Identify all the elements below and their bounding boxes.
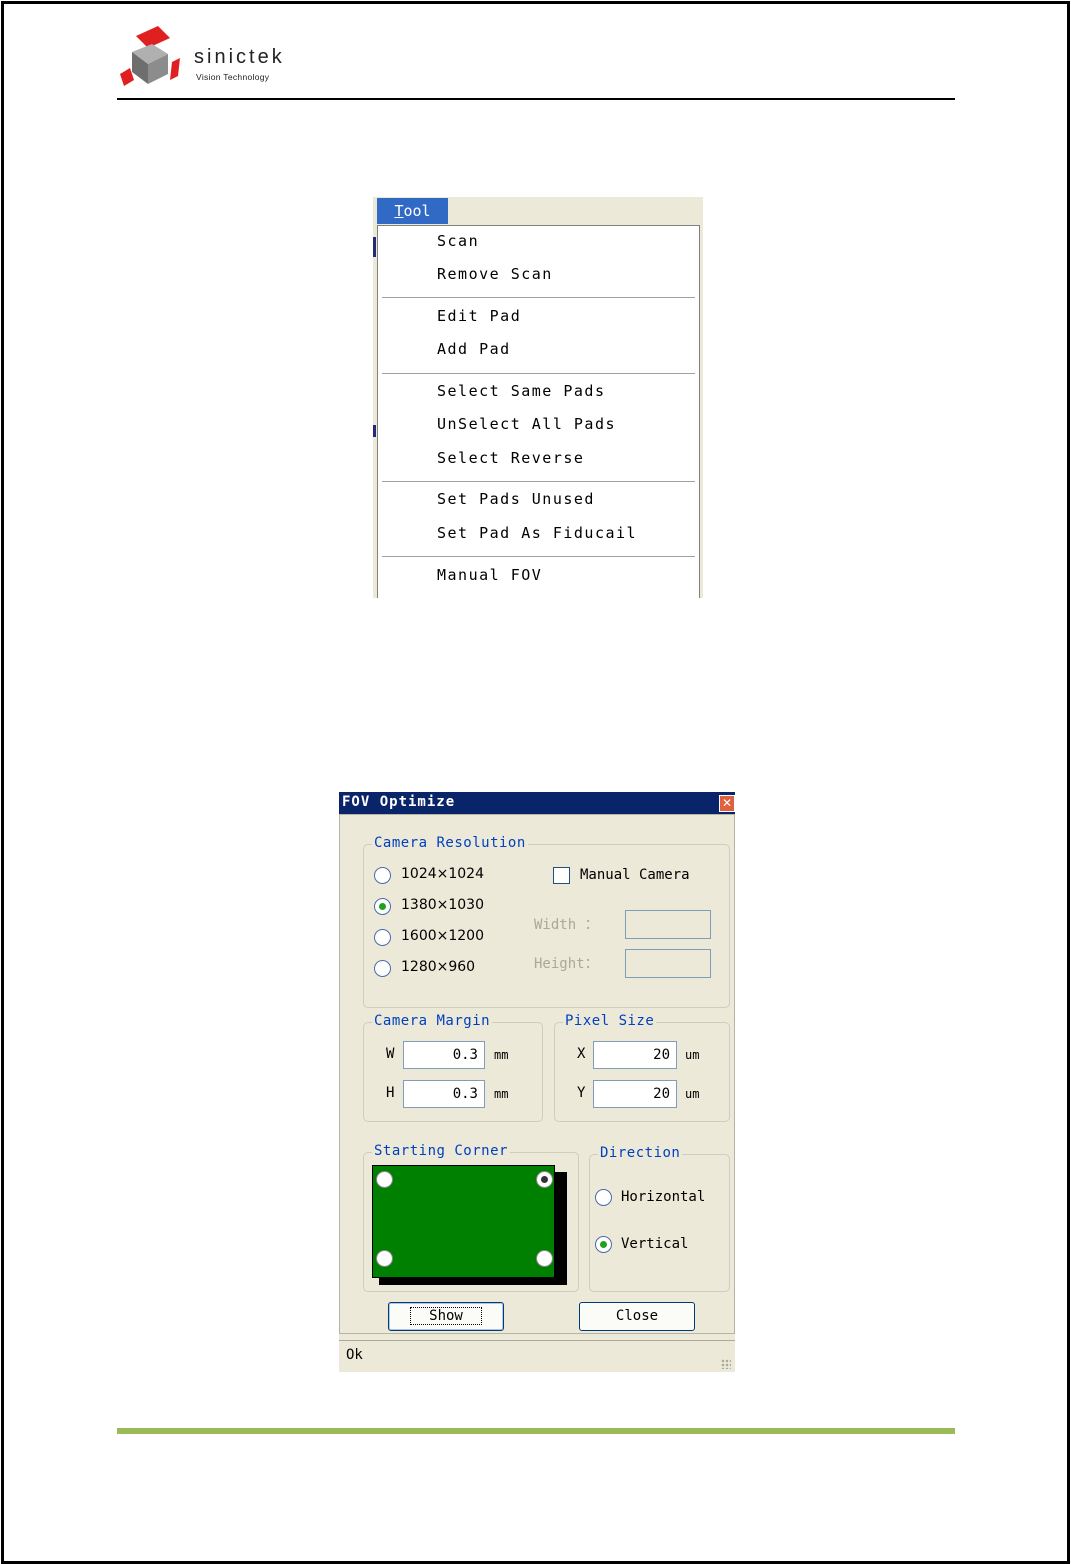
pixel-size-legend: Pixel Size [563,1013,657,1029]
direction-group: Direction [589,1145,730,1292]
corner-bottom-right-radio[interactable] [536,1250,553,1267]
footer-rule [117,1428,955,1434]
corner-top-right-radio[interactable] [536,1171,553,1188]
direction-vertical-label: Vertical [621,1236,689,1252]
camera-resolution-legend: Camera Resolution [372,835,528,851]
manual-camera-checkbox[interactable] [553,867,570,884]
show-button-label: Show [410,1307,482,1325]
width-label: Width ： [534,917,599,933]
pixel-x-unit: um [685,1048,700,1062]
resolution-1280-radio[interactable] [374,960,391,977]
brand-name: sinictek [194,46,285,68]
corner-top-left-radio[interactable] [376,1171,393,1188]
menu-item-edit-pad[interactable]: Edit Pad [437,307,521,325]
resolution-1024-label: 1024×1024 [401,866,484,882]
menu-item-scan[interactable]: Scan [437,232,479,250]
margin-w-label: W [386,1046,395,1062]
direction-horizontal-radio[interactable] [595,1189,612,1206]
corner-bottom-left-radio[interactable] [376,1250,393,1267]
height-input[interactable] [625,949,711,978]
cube-logo-icon [120,26,180,86]
menu-item-unselect-all-pads[interactable]: UnSelect All Pads [437,415,616,433]
resolution-1380-label: 1380×1030 [401,897,484,913]
menu-item-add-pad[interactable]: Add Pad [437,340,511,358]
dialog-titlebar: FOV Optimize ✕ [339,792,735,814]
resolution-1600-label: 1600×1200 [401,928,484,944]
show-button[interactable]: Show [388,1302,504,1331]
pixel-y-label: Y [577,1085,586,1101]
direction-vertical-radio[interactable] [595,1236,612,1253]
menu-item-manual-fov[interactable]: Manual FOV [437,566,542,584]
margin-w-input[interactable]: 0.3 [403,1041,485,1069]
menu-separator [382,297,695,299]
menu-separator [382,481,695,483]
direction-legend: Direction [598,1145,683,1161]
status-bar: Ok [339,1340,735,1372]
pixel-x-label: X [577,1046,586,1062]
starting-corner-legend: Starting Corner [372,1143,510,1159]
fov-optimize-dialog: FOV Optimize ✕ Camera Resolution 1024×10… [339,792,735,1372]
menu-separator [382,556,695,558]
background-window-fragment [373,237,376,257]
menu-item-set-pads-unused[interactable]: Set Pads Unused [437,490,595,508]
close-icon[interactable]: ✕ [719,795,735,812]
brand-tagline: Vision Technology [196,72,270,82]
margin-h-unit: mm [494,1087,509,1101]
menu-item-select-same-pads[interactable]: Select Same Pads [437,382,606,400]
board-preview [372,1165,555,1278]
height-label: Height： [534,956,599,972]
menu-item-remove-scan[interactable]: Remove Scan [437,265,553,283]
tool-menu-screenshot: Tool Scan Remove Scan Edit Pad Add Pad S… [373,197,703,598]
pixel-x-input[interactable]: 20 [593,1041,677,1069]
menu-tool[interactable]: Tool [377,198,448,224]
camera-margin-legend: Camera Margin [372,1013,493,1029]
margin-h-input[interactable]: 0.3 [403,1080,485,1108]
resize-grip-icon[interactable] [721,1359,731,1369]
resolution-1600-radio[interactable] [374,929,391,946]
menu-item-select-reverse[interactable]: Select Reverse [437,449,584,467]
resolution-1380-radio[interactable] [374,898,391,915]
resolution-1280-label: 1280×960 [401,959,476,975]
tool-dropdown: Scan Remove Scan Edit Pad Add Pad Select… [377,225,700,598]
margin-h-label: H [386,1085,395,1101]
status-text: Ok [346,1347,363,1363]
sinictek-logo: sinictek Vision Technology [118,22,318,92]
pixel-y-unit: um [685,1087,700,1101]
menu-item-set-pad-as-fiducial[interactable]: Set Pad As Fiducail [437,524,637,542]
direction-horizontal-label: Horizontal [621,1189,706,1205]
pixel-y-input[interactable]: 20 [593,1080,677,1108]
resolution-1024-radio[interactable] [374,867,391,884]
width-input[interactable] [625,910,711,939]
close-button[interactable]: Close [579,1302,695,1331]
menu-separator [382,373,695,375]
background-window-fragment [373,425,376,437]
dialog-title: FOV Optimize [342,794,456,810]
header-rule [117,98,955,100]
margin-w-unit: mm [494,1048,509,1062]
manual-camera-label: Manual Camera [580,867,690,883]
menu-tool-label: ool [403,202,431,220]
close-button-label: Close [615,1308,659,1324]
